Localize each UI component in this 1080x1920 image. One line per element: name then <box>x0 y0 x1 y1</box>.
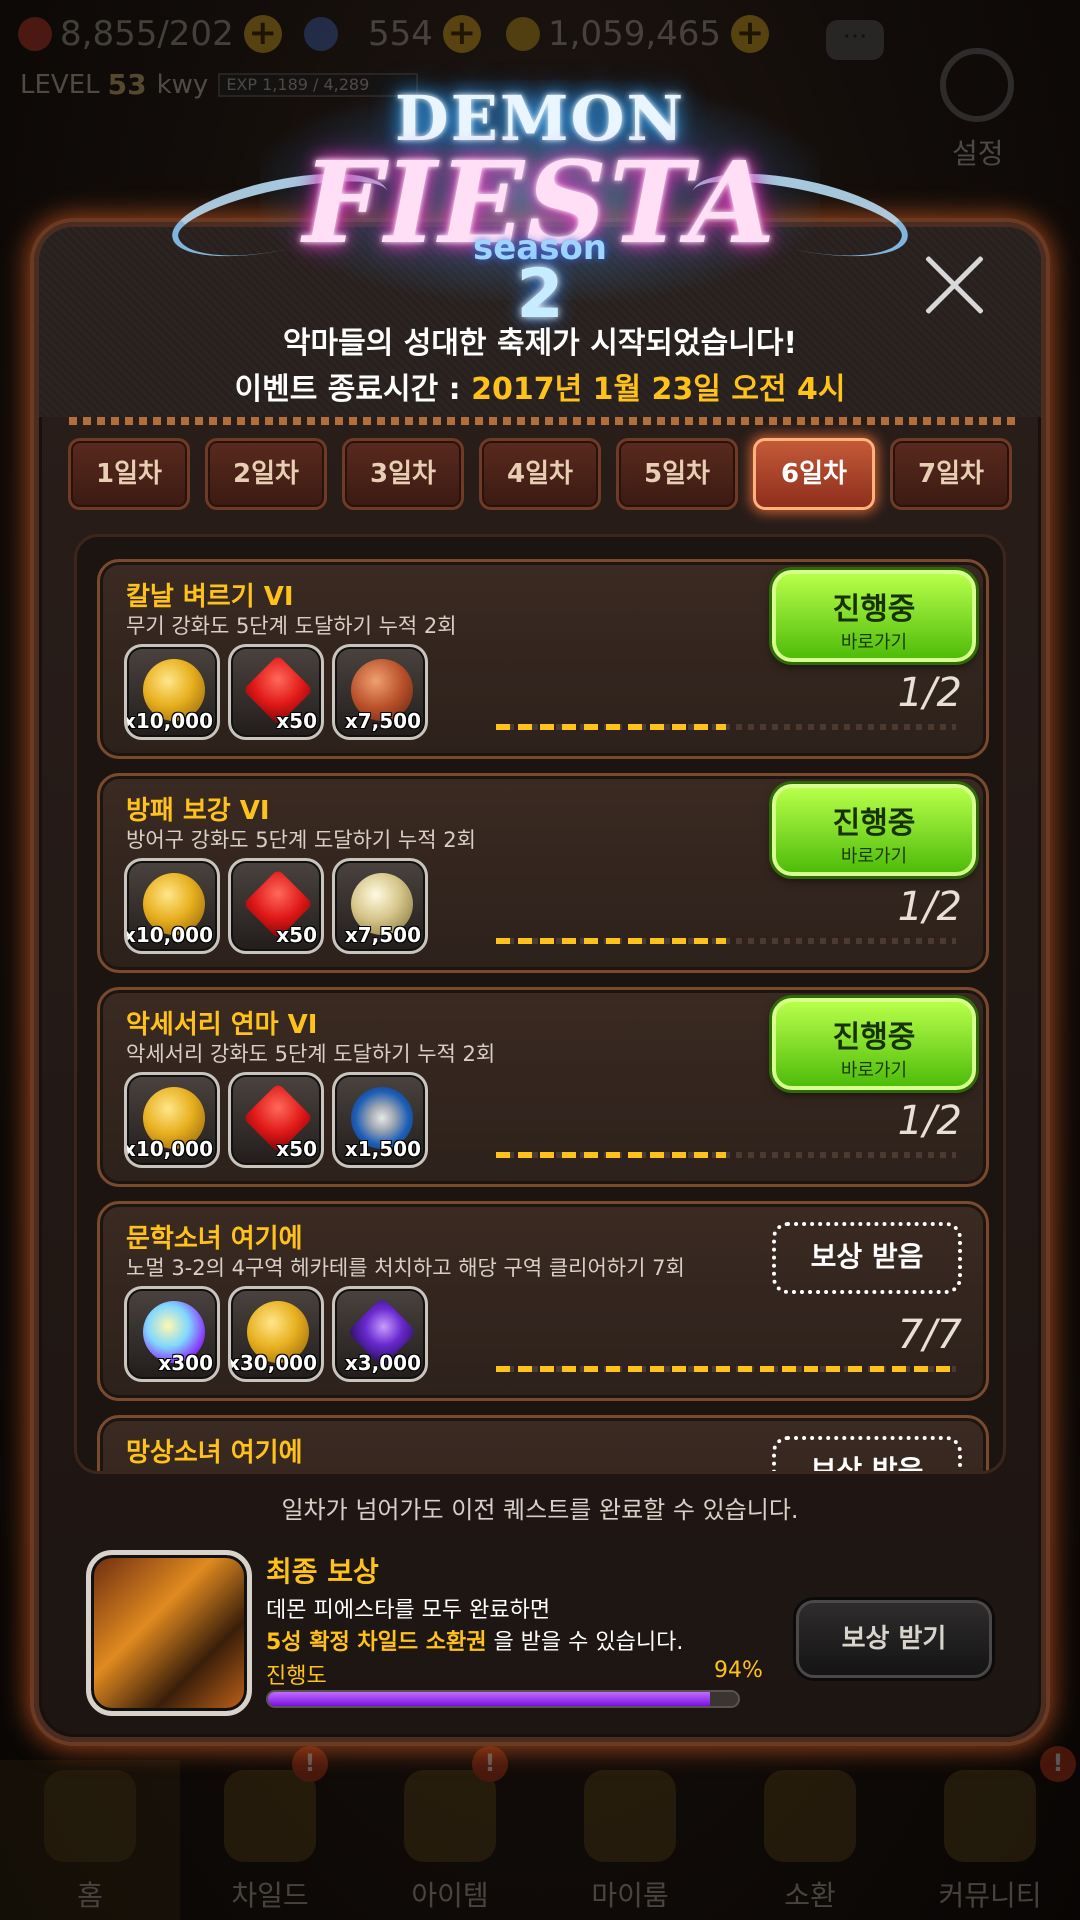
final-progress-percent: 94% <box>714 1658 763 1683</box>
tab-day-4[interactable]: 4일차 <box>479 438 601 510</box>
reward-list: x10,000 x50 x1,500 <box>124 1072 428 1168</box>
quest-description: 악세서리 강화도 5단계 도달하기 누적 2회 <box>126 1042 496 1066</box>
quest-description: 방어구 강화도 5단계 도달하기 누적 2회 <box>126 828 476 852</box>
day-tabs: 1일차 2일차 3일차 4일차 5일차 6일차 7일차 <box>68 438 1012 510</box>
tab-day-1[interactable]: 1일차 <box>68 438 190 510</box>
final-reward-title: 최종 보상 <box>266 1555 379 1588</box>
quest-count: 1/2 <box>897 884 962 930</box>
event-subtitle: 악마들의 성대한 축제가 시작되었습니다! <box>282 326 798 361</box>
quest-progress-bar <box>496 938 956 944</box>
summon-ticket-icon <box>86 1550 252 1716</box>
quest-card: 방패 보강 VI 방어구 강화도 5단계 도달하기 누적 2회 x10,000 … <box>97 773 989 973</box>
close-icon[interactable] <box>918 250 988 320</box>
carryover-note: 일차가 넘어가도 이전 퀘스트를 완료할 수 있습니다. <box>281 1496 799 1524</box>
reward-item: x10,000 <box>124 1072 220 1168</box>
quest-progress-bar <box>496 724 956 730</box>
tab-day-3[interactable]: 3일차 <box>342 438 464 510</box>
quest-count: 1/2 <box>897 670 962 716</box>
reward-item: x1,500 <box>332 1072 428 1168</box>
quest-title: 악세서리 연마 VI <box>126 1010 318 1040</box>
go-to-quest-button[interactable]: 진행중 바로가기 <box>772 570 976 662</box>
reward-claimed-button[interactable]: 보상 받음 <box>772 1222 962 1294</box>
reward-item: x50 <box>228 858 324 954</box>
final-progress-bar <box>266 1690 740 1708</box>
go-to-quest-button[interactable]: 진행중 바로가기 <box>772 998 976 1090</box>
quest-card: 칼날 벼르기 VI 무기 강화도 5단계 도달하기 누적 2회 x10,000 … <box>97 559 989 759</box>
reward-item: x50 <box>228 1072 324 1168</box>
claim-reward-button[interactable]: 보상 받기 <box>796 1600 992 1678</box>
reward-list: x10,000 x50 x7,500 <box>124 644 428 740</box>
reward-item: x3,000 <box>332 1286 428 1382</box>
reward-item: x30,000 <box>228 1286 324 1382</box>
reward-item: x50 <box>228 644 324 740</box>
divider <box>69 417 1019 425</box>
quest-card: 문학소녀 여기에 노멀 3-2의 4구역 헤카테를 처치하고 해당 구역 클리어… <box>97 1201 989 1401</box>
reward-claimed-button[interactable]: 보상 받음 <box>772 1436 962 1471</box>
tab-day-6[interactable]: 6일차 <box>753 438 875 510</box>
quest-title: 칼날 벼르기 VI <box>126 582 294 612</box>
event-logo: DEMON FIESTA season 2 <box>165 60 915 334</box>
reward-item: x300 <box>124 1286 220 1382</box>
reward-item: x7,500 <box>332 858 428 954</box>
quest-count: 1/2 <box>897 1098 962 1144</box>
quest-list[interactable]: 칼날 벼르기 VI 무기 강화도 5단계 도달하기 누적 2회 x10,000 … <box>74 534 1006 1474</box>
quest-description: 하드 3-2의 4구역 헤카테를 처치하고 해당 구역 클리어하기 3회 <box>126 1466 685 1471</box>
quest-progress-bar <box>496 1366 956 1372</box>
quest-title: 망상소녀 여기에 <box>126 1438 303 1468</box>
reward-item: x10,000 <box>124 858 220 954</box>
tab-day-2[interactable]: 2일차 <box>205 438 327 510</box>
tab-day-5[interactable]: 5일차 <box>616 438 738 510</box>
go-to-quest-button[interactable]: 진행중 바로가기 <box>772 784 976 876</box>
quest-progress-bar <box>496 1152 956 1158</box>
quest-card: 망상소녀 여기에 하드 3-2의 4구역 헤카테를 처치하고 해당 구역 클리어… <box>97 1415 989 1471</box>
final-reward-desc: 데몬 피에스타를 모두 완료하면 <box>266 1598 551 1623</box>
reward-item: x10,000 <box>124 644 220 740</box>
final-reward-section: 최종 보상 데몬 피에스타를 모두 완료하면 5성 확정 차일드 소환권 을 받… <box>86 1550 998 1720</box>
quest-title: 방패 보강 VI <box>126 796 270 826</box>
reward-list: x10,000 x50 x7,500 <box>124 858 428 954</box>
quest-title: 문학소녀 여기에 <box>126 1224 303 1254</box>
quest-description: 무기 강화도 5단계 도달하기 누적 2회 <box>126 614 457 638</box>
reward-list: x300 x30,000 x3,000 <box>124 1286 428 1382</box>
quest-count: 7/7 <box>897 1312 962 1358</box>
tab-day-7[interactable]: 7일차 <box>890 438 1012 510</box>
final-progress-label: 진행도 <box>266 1664 327 1689</box>
quest-description: 노멀 3-2의 4구역 헤카테를 처치하고 해당 구역 클리어하기 7회 <box>126 1256 685 1280</box>
quest-card: 악세서리 연마 VI 악세서리 강화도 5단계 도달하기 누적 2회 x10,0… <box>97 987 989 1187</box>
final-reward-desc-2: 5성 확정 차일드 소환권 을 받을 수 있습니다. <box>266 1630 684 1655</box>
event-end-time: 이벤트 종료시간 : 2017년 1월 23일 오전 4시 <box>234 372 846 407</box>
reward-item: x7,500 <box>332 644 428 740</box>
